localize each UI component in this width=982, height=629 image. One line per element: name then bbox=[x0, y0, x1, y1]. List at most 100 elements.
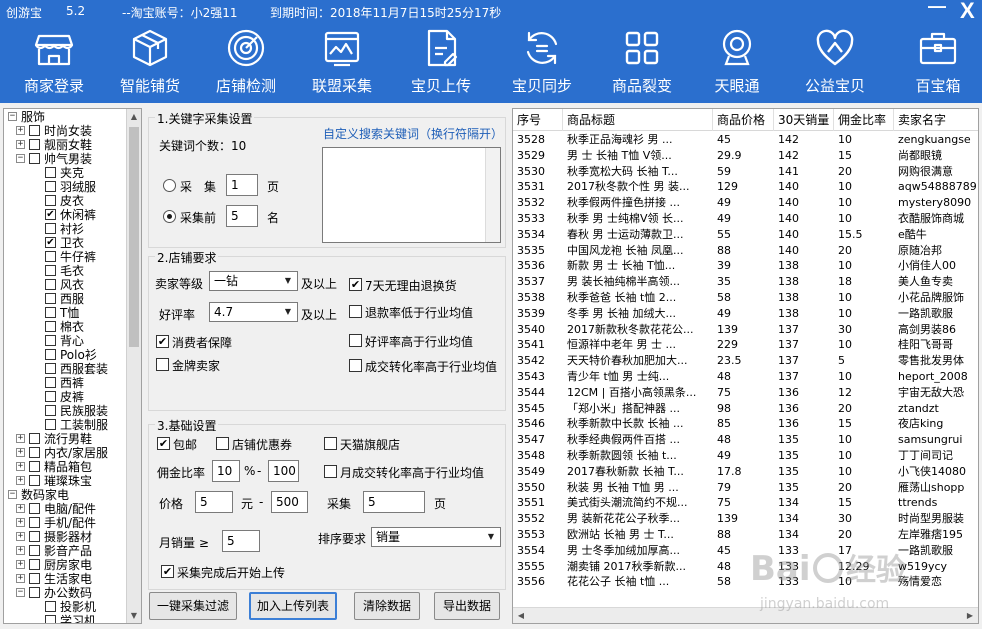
tree-node-checkbox[interactable] bbox=[29, 587, 40, 598]
table-row[interactable]: 3555 潮卖铺 2017秋季新款... 48 133 12.29 w519ycy bbox=[513, 559, 978, 575]
collect-top-radio[interactable] bbox=[163, 210, 176, 223]
expand-icon[interactable]: + bbox=[16, 476, 25, 485]
table-row[interactable]: 3547 秋季经典假两件百搭 ... 48 135 10 samsungrui bbox=[513, 432, 978, 448]
scroll-down-icon[interactable]: ▼ bbox=[127, 608, 141, 623]
column-header[interactable]: 佣金比率 bbox=[834, 109, 894, 131]
tree-node-checkbox[interactable] bbox=[29, 475, 40, 486]
table-row[interactable]: 3545 「郑小米」搭配神器 ... 98 136 20 ztandzt bbox=[513, 401, 978, 417]
column-header[interactable]: 30天销量 bbox=[774, 109, 834, 131]
tree-node-checkbox[interactable] bbox=[45, 419, 56, 430]
tree-node-checkbox[interactable] bbox=[45, 251, 56, 262]
toolbar-item-upload[interactable]: 宝贝上传 bbox=[393, 22, 489, 103]
tree-node-checkbox[interactable] bbox=[45, 601, 56, 612]
rating-select[interactable]: 4.7 ▼ bbox=[209, 302, 298, 322]
column-header[interactable]: 商品标题 bbox=[563, 109, 713, 131]
tree-node-checkbox[interactable] bbox=[29, 503, 40, 514]
tree-node-checkbox[interactable] bbox=[45, 391, 56, 402]
add-to-upload-button[interactable]: 加入上传列表 bbox=[249, 592, 337, 620]
toolbar-product-split[interactable]: 商品裂变 bbox=[594, 22, 690, 103]
collect-pages-input[interactable]: 1 bbox=[226, 174, 258, 196]
collect-top-input[interactable]: 5 bbox=[226, 205, 258, 227]
seller-level-select[interactable]: 一钻 ▼ bbox=[209, 271, 298, 291]
price-min-input[interactable]: 5 bbox=[195, 491, 233, 513]
expand-icon[interactable]: + bbox=[16, 574, 25, 583]
free-shipping-checkbox[interactable]: ✔ bbox=[157, 437, 170, 450]
shop-coupon-checkbox[interactable] bbox=[216, 437, 229, 450]
toolbar-merchant-login[interactable]: 商家登录 bbox=[6, 22, 102, 103]
table-row[interactable]: 3531 2017秋冬款个性 男 装... 129 140 10 aqw54888789 bbox=[513, 179, 978, 195]
tree-node-checkbox[interactable] bbox=[45, 405, 56, 416]
column-header[interactable]: 卖家名字 bbox=[894, 109, 978, 131]
column-header[interactable]: 序号 bbox=[513, 109, 563, 131]
table-row[interactable]: 3546 秋季新款中长款 长袖 ... 85 136 15 夜店king bbox=[513, 416, 978, 432]
tree-node-checkbox[interactable] bbox=[45, 615, 56, 623]
table-row[interactable]: 3548 秋季新款圆领 长袖 t... 49 135 10 丁丁间司记 bbox=[513, 448, 978, 464]
table-row[interactable]: 3540 2017新款秋冬款花花公... 139 137 30 高剑男装86 bbox=[513, 322, 978, 338]
table-hscrollbar[interactable]: ◀ ▶ bbox=[513, 607, 978, 623]
collapse-icon[interactable]: − bbox=[16, 588, 25, 597]
clear-data-button[interactable]: 清除数据 bbox=[354, 592, 420, 620]
export-data-button[interactable]: 导出数据 bbox=[434, 592, 500, 620]
scroll-right-icon[interactable]: ▶ bbox=[962, 608, 978, 623]
tree-node-checkbox[interactable]: ✔ bbox=[45, 237, 56, 248]
toolbar-shop-check[interactable]: 店铺检测 bbox=[198, 22, 294, 103]
tree-node-checkbox[interactable] bbox=[45, 377, 56, 388]
table-row[interactable]: 3532 秋季假两件撞色拼接 ... 49 140 10 mystery8090 bbox=[513, 195, 978, 211]
table-row[interactable]: 3529 男 士 长袖 T恤 V领... 29.9 142 15 尚都眼镜 bbox=[513, 148, 978, 164]
table-row[interactable]: 3534 春秋 男 士运动薄款卫... 55 140 15.5 e酷牛 bbox=[513, 227, 978, 243]
price-max-input[interactable]: 500 bbox=[271, 491, 308, 513]
table-row[interactable]: 3556 花花公子 长袖 t恤 ... 58 133 10 殇情爱恋 bbox=[513, 574, 978, 590]
monthly-sales-input[interactable]: 5 bbox=[222, 530, 260, 552]
toolbar-charity-item[interactable]: 公益宝贝 bbox=[787, 22, 883, 103]
expand-icon[interactable]: + bbox=[16, 560, 25, 569]
tree-node-checkbox[interactable] bbox=[29, 531, 40, 542]
expand-icon[interactable]: + bbox=[16, 140, 25, 149]
collapse-icon[interactable]: − bbox=[8, 112, 17, 121]
toolbar-sky-eye[interactable]: 天眼通 bbox=[689, 22, 785, 103]
toolbar-item-sync[interactable]: 宝贝同步 bbox=[494, 22, 590, 103]
seven-day-return-checkbox[interactable]: ✔ bbox=[349, 278, 362, 291]
toolbar-alliance-collect[interactable]: 联盟采集 bbox=[294, 22, 390, 103]
commission-min-input[interactable]: 10 bbox=[212, 460, 240, 482]
table-row[interactable]: 3539 冬季 男 长袖 加绒大... 49 138 10 一路凯歌服 bbox=[513, 306, 978, 322]
refund-rate-checkbox[interactable] bbox=[349, 305, 362, 318]
monthly-conversion-checkbox[interactable] bbox=[324, 465, 337, 478]
tree-node-checkbox[interactable] bbox=[29, 545, 40, 556]
table-row[interactable]: 3536 新款 男 士 长袖 T恤... 39 138 10 小俏佳人00 bbox=[513, 258, 978, 274]
tree-node-checkbox[interactable] bbox=[29, 573, 40, 584]
tree-node-checkbox[interactable] bbox=[45, 265, 56, 276]
tree-node-checkbox[interactable] bbox=[29, 447, 40, 458]
textarea-scrollbar[interactable] bbox=[485, 148, 500, 242]
table-row[interactable]: 3552 男 装新花花公子秋季... 139 134 30 时尚型男服装 bbox=[513, 511, 978, 527]
tree-node-checkbox[interactable] bbox=[29, 153, 40, 164]
tree-node-checkbox[interactable] bbox=[29, 125, 40, 136]
table-row[interactable]: 3551 美式街头潮流简约不规... 75 134 15 ttrends bbox=[513, 495, 978, 511]
tree-node-checkbox[interactable] bbox=[45, 363, 56, 374]
tree-node-checkbox[interactable] bbox=[45, 195, 56, 206]
table-row[interactable]: 3554 男 士冬季加绒加厚高... 45 133 17 一路凯歌服 bbox=[513, 543, 978, 559]
table-row[interactable]: 3535 中国风龙袍 长袖 凤凰... 88 140 20 原随冶邦 bbox=[513, 243, 978, 259]
tree-node-checkbox[interactable] bbox=[45, 335, 56, 346]
auto-upload-checkbox[interactable]: ✔ bbox=[161, 565, 174, 578]
table-row[interactable]: 3537 男 装长袖纯棉半高领... 35 138 18 美人鱼专卖 bbox=[513, 274, 978, 290]
table-row[interactable]: 3549 2017春秋新款 长袖 T... 17.8 135 10 小飞侠14080 bbox=[513, 464, 978, 480]
expand-icon[interactable]: + bbox=[16, 434, 25, 443]
tree-node-checkbox[interactable] bbox=[45, 279, 56, 290]
conversion-rate-checkbox[interactable] bbox=[349, 359, 362, 372]
tree-node-checkbox[interactable] bbox=[29, 559, 40, 570]
tree-node-checkbox[interactable] bbox=[29, 517, 40, 528]
table-row[interactable]: 3528 秋季正品海魂衫 男 ... 45 142 10 zengkuangse bbox=[513, 132, 978, 148]
toolbar-toolbox[interactable]: 百宝箱 bbox=[890, 22, 982, 103]
toolbar-smart-listing[interactable]: 智能铺货 bbox=[102, 22, 198, 103]
table-row[interactable]: 3543 青少年 t恤 男 士纯... 48 137 10 heport_2008 bbox=[513, 369, 978, 385]
scroll-thumb[interactable] bbox=[129, 127, 139, 347]
expand-icon[interactable]: + bbox=[16, 532, 25, 541]
column-header[interactable]: 商品价格 bbox=[713, 109, 774, 131]
expand-icon[interactable]: + bbox=[16, 462, 25, 471]
expand-icon[interactable]: + bbox=[16, 126, 25, 135]
commission-max-input[interactable]: 100 bbox=[268, 460, 299, 482]
tree-node-checkbox[interactable] bbox=[29, 433, 40, 444]
expand-icon[interactable]: + bbox=[16, 504, 25, 513]
collect-pages-radio[interactable] bbox=[163, 179, 176, 192]
tree-node-checkbox[interactable]: ✔ bbox=[45, 209, 56, 220]
